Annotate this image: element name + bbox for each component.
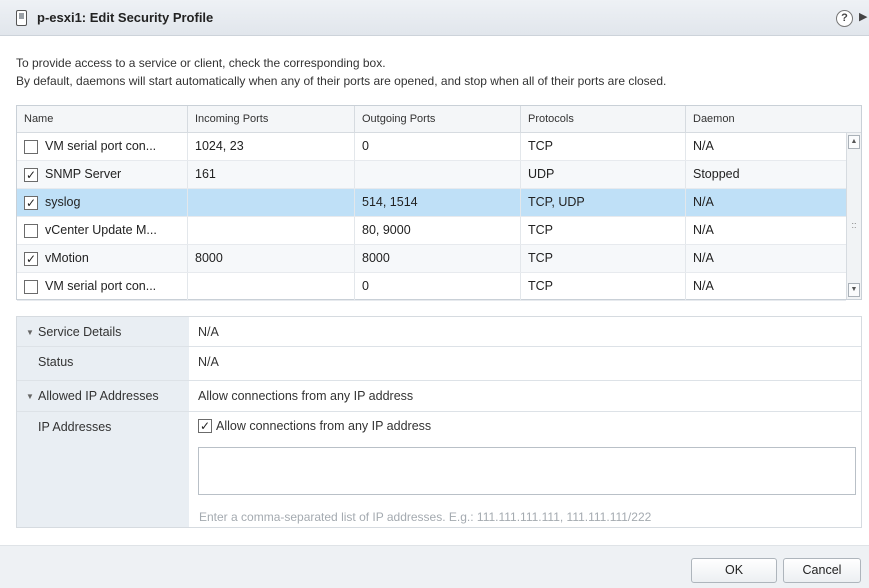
cell-protocols: UDP: [520, 161, 685, 188]
table-row[interactable]: vCenter Update M... 80, 9000 TCP N/A: [17, 217, 846, 245]
help-icon[interactable]: ?: [836, 10, 853, 27]
cell-daemon: N/A: [685, 133, 846, 160]
table-row-selected[interactable]: ✓ syslog 514, 1514 TCP, UDP N/A: [17, 189, 846, 217]
table-row[interactable]: ✓ SNMP Server 161 UDP Stopped: [17, 161, 846, 189]
scroll-grip-icon[interactable]: ::: [849, 219, 859, 231]
cell-name: VM serial port con...: [45, 139, 157, 153]
cell-incoming-ports: 8000: [187, 245, 354, 272]
grid-rows: VM serial port con... 1024, 23 0 TCP N/A…: [17, 133, 846, 301]
cell-protocols: TCP: [520, 273, 685, 300]
grid-vertical-scrollbar[interactable]: ▲ :: ▼: [846, 133, 861, 299]
cell-incoming-ports: [187, 273, 354, 300]
grid-header: Name Incoming Ports Outgoing Ports Proto…: [17, 106, 861, 133]
table-row[interactable]: VM serial port con... 1024, 23 0 TCP N/A: [17, 133, 846, 161]
cell-name: vMotion: [45, 251, 89, 265]
host-icon: [16, 10, 27, 26]
cell-name: VM serial port con...: [45, 279, 157, 293]
status-label: Status: [38, 355, 74, 369]
allowed-ip-toggle[interactable]: ▼ Allowed IP Addresses: [26, 389, 159, 403]
cell-protocols: TCP: [520, 217, 685, 244]
cell-incoming-ports: [187, 189, 354, 216]
description-line-2: By default, daemons will start automatic…: [16, 74, 667, 88]
table-row[interactable]: ✓ vMotion 8000 8000 TCP N/A: [17, 245, 846, 273]
allowed-ip-label: Allowed IP Addresses: [38, 389, 159, 403]
status-value: N/A: [198, 355, 219, 369]
cell-outgoing-ports: 514, 1514: [354, 189, 520, 216]
cell-outgoing-ports: [354, 161, 520, 188]
allow-any-ip-checkbox[interactable]: ✓: [198, 419, 212, 433]
service-details-label: Service Details: [38, 325, 122, 339]
table-row[interactable]: VM serial port con... 0 TCP N/A: [17, 273, 846, 301]
cell-incoming-ports: [187, 217, 354, 244]
cell-daemon: N/A: [685, 217, 846, 244]
column-header-incoming-ports[interactable]: Incoming Ports: [187, 106, 354, 132]
cell-daemon: N/A: [685, 189, 846, 216]
cell-incoming-ports: 1024, 23: [187, 133, 354, 160]
services-grid: Name Incoming Ports Outgoing Ports Proto…: [16, 105, 862, 301]
cell-protocols: TCP: [520, 245, 685, 272]
ok-button[interactable]: OK: [691, 558, 777, 583]
column-header-outgoing-ports[interactable]: Outgoing Ports: [354, 106, 520, 132]
cell-protocols: TCP, UDP: [520, 189, 685, 216]
scroll-down-icon[interactable]: ▼: [848, 283, 860, 297]
caret-down-icon: ▼: [26, 328, 34, 337]
cell-daemon: N/A: [685, 273, 846, 300]
description-line-1: To provide access to a service or client…: [16, 56, 386, 70]
dialog-footer: OK Cancel: [0, 545, 869, 588]
service-details-value: N/A: [198, 325, 219, 339]
allow-any-ip-label[interactable]: Allow connections from any IP address: [216, 419, 431, 433]
cell-outgoing-ports: 0: [354, 273, 520, 300]
cell-outgoing-ports: 0: [354, 133, 520, 160]
cell-name: syslog: [45, 195, 81, 209]
details-panel: ▼ Service Details N/A Status N/A ▼ Allowed…: [16, 316, 862, 528]
column-header-protocols[interactable]: Protocols: [520, 106, 685, 132]
cell-name: SNMP Server: [45, 167, 122, 181]
cell-name: vCenter Update M...: [45, 223, 157, 237]
cell-outgoing-ports: 8000: [354, 245, 520, 272]
dialog-titlebar: p-esxi1: Edit Security Profile ? ▶: [0, 0, 869, 36]
expand-icon[interactable]: ▶: [859, 10, 867, 23]
cell-outgoing-ports: 80, 9000: [354, 217, 520, 244]
cell-daemon: N/A: [685, 245, 846, 272]
column-header-name[interactable]: Name: [17, 106, 187, 132]
dialog-title: p-esxi1: Edit Security Profile: [37, 10, 214, 25]
service-details-row: ▼ Service Details N/A: [17, 317, 861, 347]
allowed-ip-row: ▼ Allowed IP Addresses Allow connections …: [17, 381, 861, 412]
cancel-button[interactable]: Cancel: [783, 558, 861, 583]
cell-protocols: TCP: [520, 133, 685, 160]
service-details-toggle[interactable]: ▼ Service Details: [26, 325, 121, 339]
column-header-daemon[interactable]: Daemon: [685, 106, 846, 132]
allowed-ip-value: Allow connections from any IP address: [198, 389, 414, 403]
scroll-up-icon[interactable]: ▲: [848, 135, 860, 149]
cell-incoming-ports: 161: [187, 161, 354, 188]
ip-addresses-input[interactable]: [198, 447, 856, 495]
cell-daemon: Stopped: [685, 161, 846, 188]
caret-down-icon: ▼: [26, 392, 34, 401]
status-row: Status N/A: [17, 347, 861, 381]
ip-addresses-hint: Enter a comma-separated list of IP addre…: [199, 510, 652, 524]
ip-addresses-label: IP Addresses: [38, 420, 112, 434]
